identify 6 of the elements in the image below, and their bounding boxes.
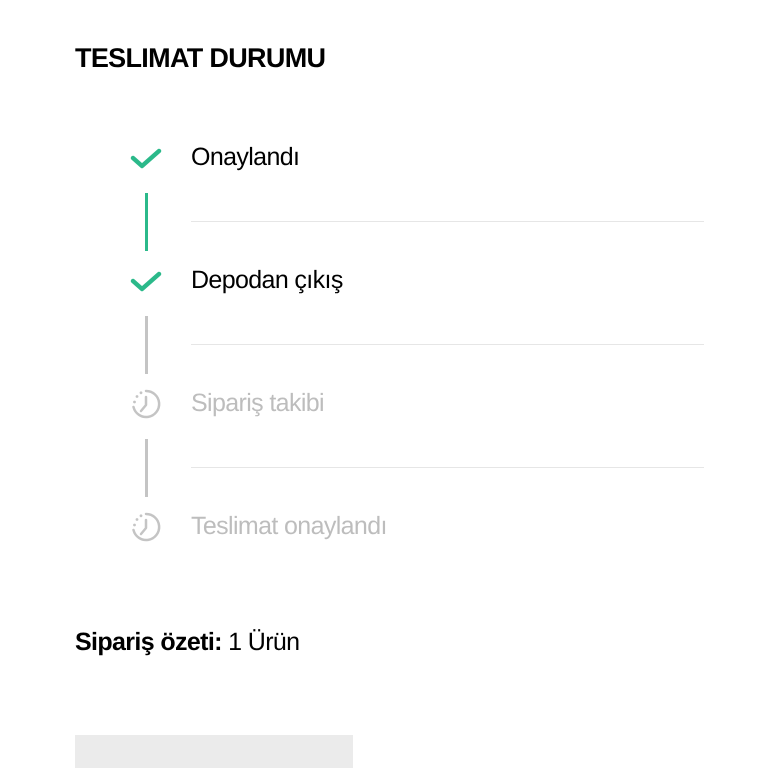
order-summary: Sipariş özeti: 1 Ürün [75, 627, 300, 658]
step-label: Sipariş takibi [191, 388, 324, 420]
step-label: Teslimat onaylandı [191, 511, 387, 542]
step-label: Depodan çıkış [191, 265, 343, 296]
step-label: Onaylandı [191, 142, 300, 174]
section-title: TESLIMAT DURUMU [75, 42, 326, 75]
